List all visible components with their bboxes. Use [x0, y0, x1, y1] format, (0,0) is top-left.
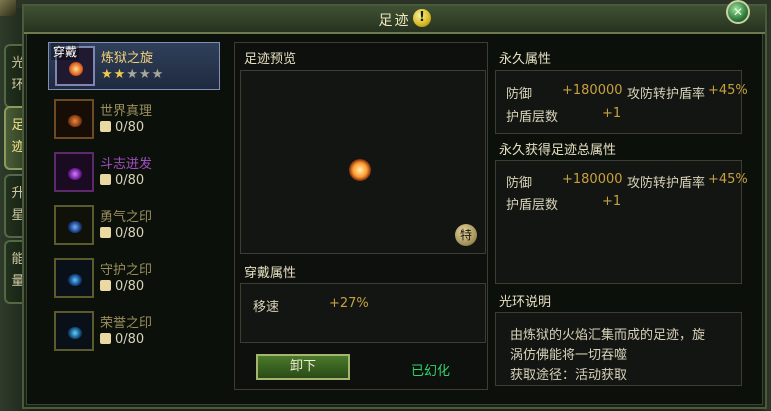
close-icon[interactable]: ✕ [726, 0, 750, 24]
unload-button[interactable]: 卸下 [256, 354, 350, 380]
footprint-name: 荣誉之印 [100, 316, 153, 331]
wear-attr-box: 移速 +27% [240, 283, 486, 343]
window-title: 足迹 [378, 13, 411, 29]
preview-area [240, 70, 486, 254]
special-effect-button[interactable]: 特 [455, 224, 477, 246]
wear-attr-title: 穿戴属性 [244, 266, 297, 281]
star-empty-icon: ★ [138, 67, 152, 82]
worn-badge: 穿戴 [51, 43, 80, 60]
attr-value: +1 [602, 106, 622, 121]
footprint-item-4[interactable]: 勇气之印 0/80 [48, 202, 220, 250]
footprint-icon-world-truth [54, 99, 94, 139]
attr-label: 护盾层数 [506, 198, 559, 213]
footprint-icon-honor-seal [54, 311, 94, 351]
title-bar[interactable]: 足迹 ! [24, 6, 765, 34]
puzzle-icon [100, 174, 111, 185]
permanent-attr-title: 永久属性 [499, 52, 552, 67]
description-line: 由炼狱的火焰汇集而成的足迹，旋 [510, 328, 706, 343]
total-attr-box: 防御 +180000 攻防转护盾率 +45% 护盾层数 +1 [495, 160, 748, 284]
footprint-item-2[interactable]: 世界真理 0/80 [48, 96, 220, 144]
star-icon: ★ [113, 67, 127, 82]
flame-footprint-icon [349, 159, 371, 181]
puzzle-icon [100, 227, 111, 238]
description-line: 涡仿佛能将一切吞噬 [510, 348, 628, 363]
puzzle-icon [100, 280, 111, 291]
footprint-name: 世界真理 [100, 104, 153, 119]
description-title: 光环说明 [499, 295, 552, 310]
footprint-progress: 0/80 [100, 279, 144, 294]
star-rating: ★★★★★ [101, 67, 164, 82]
star-empty-icon: ★ [151, 67, 165, 82]
footprint-item-6[interactable]: 荣誉之印 0/80 [48, 308, 220, 356]
footprint-name: 斗志迸发 [100, 157, 153, 172]
footprint-name: 守护之印 [100, 263, 153, 278]
star-icon: ★ [101, 67, 114, 82]
puzzle-icon [100, 121, 111, 132]
description-line: 获取途径：活动获取 [510, 368, 628, 383]
info-icon[interactable]: ! [413, 9, 431, 27]
description-box: 由炼狱的火焰汇集而成的足迹，旋 涡仿佛能将一切吞噬 获取途径：活动获取 [495, 312, 742, 386]
footprint-progress: 0/80 [100, 226, 144, 241]
total-attr-title: 永久获得足迹总属性 [499, 143, 617, 158]
footprint-progress: 0/80 [100, 120, 144, 135]
attr-value: +180000 [562, 172, 623, 187]
footprint-progress: 0/80 [100, 332, 144, 347]
footprint-item-1[interactable]: 穿戴 炼狱之旋 ★★★★★ [48, 42, 220, 90]
attr-label: 防御 [506, 87, 533, 102]
attr-value: +1 [602, 194, 622, 209]
attr-label: 攻防转护盾率 [627, 176, 706, 191]
corner-ornament [0, 0, 16, 16]
footprint-icon-courage-seal [54, 205, 94, 245]
footprint-progress: 0/80 [100, 173, 144, 188]
footprint-name: 炼狱之旋 [101, 51, 154, 66]
footprint-icon-fighting-spirit [54, 152, 94, 192]
attr-value: +180000 [562, 83, 623, 98]
permanent-attr-box: 防御 +180000 攻防转护盾率 +45% 护盾层数 +1 [495, 70, 748, 134]
preview-title: 足迹预览 [244, 52, 297, 67]
attr-label: 防御 [506, 176, 533, 191]
footprint-item-5[interactable]: 守护之印 0/80 [48, 255, 220, 303]
attr-label: 移速 [253, 300, 280, 315]
footprint-name: 勇气之印 [100, 210, 153, 225]
footprint-icon-guardian-seal [54, 258, 94, 298]
attr-label: 攻防转护盾率 [627, 87, 706, 102]
attr-value: +45% [708, 83, 748, 98]
attr-value: +27% [329, 296, 369, 311]
attr-label: 护盾层数 [506, 110, 559, 125]
puzzle-icon [100, 333, 111, 344]
attr-value: +45% [708, 172, 748, 187]
footprint-item-3[interactable]: 斗志迸发 0/80 [48, 149, 220, 197]
star-empty-icon: ★ [126, 67, 139, 82]
morphed-status: 已幻化 [411, 364, 451, 379]
